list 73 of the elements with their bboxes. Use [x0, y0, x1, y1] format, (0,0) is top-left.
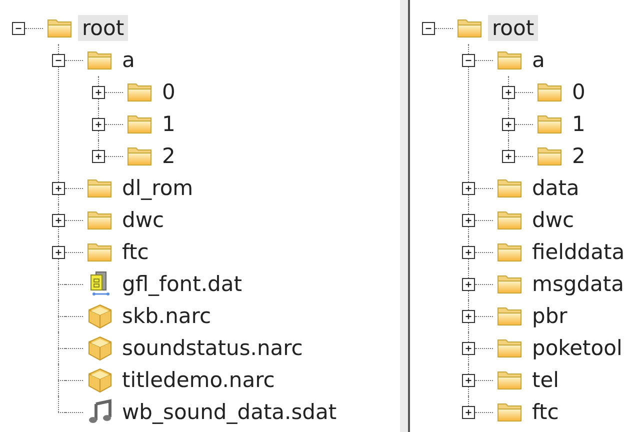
expand-button[interactable] [462, 246, 475, 258]
tree-item-label[interactable]: a [118, 47, 139, 73]
tree-item-label[interactable]: gfl_font.dat [118, 271, 246, 297]
expand-button[interactable] [92, 118, 105, 130]
tree-item-label[interactable]: a [528, 47, 549, 73]
expand-button[interactable] [52, 182, 65, 194]
folder-icon [497, 401, 523, 423]
tree-item-label[interactable]: dwc [528, 207, 578, 233]
folder-icon [87, 49, 113, 71]
expand-button[interactable] [52, 246, 65, 258]
collapse-button[interactable] [422, 22, 435, 34]
expand-button[interactable] [502, 150, 515, 162]
folder-icon [457, 17, 483, 39]
expand-button[interactable] [462, 342, 475, 354]
tree-item-label[interactable]: ftc [118, 239, 153, 265]
folder-icon [497, 369, 523, 391]
splitter[interactable] [400, 0, 410, 432]
tree-item-label[interactable]: 1 [158, 111, 180, 137]
folder-icon [497, 337, 523, 359]
folder-icon [497, 241, 523, 263]
tree-item-label[interactable]: pbr [528, 303, 572, 329]
folder-icon [537, 81, 563, 103]
folder-icon [497, 305, 523, 327]
collapse-button[interactable] [462, 54, 475, 66]
collapse-button[interactable] [12, 22, 25, 34]
tree-item-label[interactable]: dwc [118, 207, 168, 233]
expand-button[interactable] [462, 374, 475, 386]
tree-item-label[interactable]: wb_sound_data.sdat [118, 399, 341, 425]
music-note-icon [87, 399, 113, 425]
expand-button[interactable] [462, 214, 475, 226]
expand-button[interactable] [502, 118, 515, 130]
tree-item-label[interactable]: 0 [158, 79, 180, 105]
folder-icon [497, 49, 523, 71]
tree-item-label[interactable]: titledemo.narc [118, 367, 279, 393]
folder-icon [87, 177, 113, 199]
folder-icon [537, 113, 563, 135]
expand-button[interactable] [462, 278, 475, 290]
tree-item-label[interactable]: soundstatus.narc [118, 335, 307, 361]
expand-button[interactable] [462, 182, 475, 194]
tree-item-label[interactable]: fielddata [528, 239, 628, 265]
expand-button[interactable] [92, 150, 105, 162]
tree-item-label[interactable]: ftc [528, 399, 563, 425]
collapse-button[interactable] [52, 54, 65, 66]
expand-button[interactable] [52, 214, 65, 226]
tree-item-label[interactable]: 2 [568, 143, 590, 169]
tree-item-label[interactable]: 0 [568, 79, 590, 105]
folder-icon [87, 241, 113, 263]
tree-item-label[interactable]: dl_rom [118, 175, 198, 201]
expand-button[interactable] [462, 310, 475, 322]
tree-item-label[interactable]: 2 [158, 143, 180, 169]
tree-item-label[interactable]: root [488, 15, 538, 41]
tree-item-label[interactable]: skb.narc [118, 303, 216, 329]
folder-icon [537, 145, 563, 167]
folder-icon [497, 273, 523, 295]
expand-button[interactable] [462, 406, 475, 418]
package-icon [87, 303, 113, 329]
folder-icon [127, 81, 153, 103]
expand-button[interactable] [92, 86, 105, 98]
tree-item-label[interactable]: data [528, 175, 584, 201]
expand-button[interactable] [502, 86, 515, 98]
package-icon [87, 367, 113, 393]
package-icon [87, 335, 113, 361]
folder-icon [497, 177, 523, 199]
folder-icon [497, 209, 523, 231]
folder-icon [87, 209, 113, 231]
tree-item-label[interactable]: tel [528, 367, 563, 393]
folder-icon [127, 113, 153, 135]
folder-icon [47, 17, 73, 39]
folder-icon [127, 145, 153, 167]
tree-item-label[interactable]: root [78, 15, 128, 41]
tree-item-label[interactable]: 1 [568, 111, 590, 137]
tree-item-label[interactable]: msgdata [528, 271, 628, 297]
tree-item-label[interactable]: poketool [528, 335, 626, 361]
